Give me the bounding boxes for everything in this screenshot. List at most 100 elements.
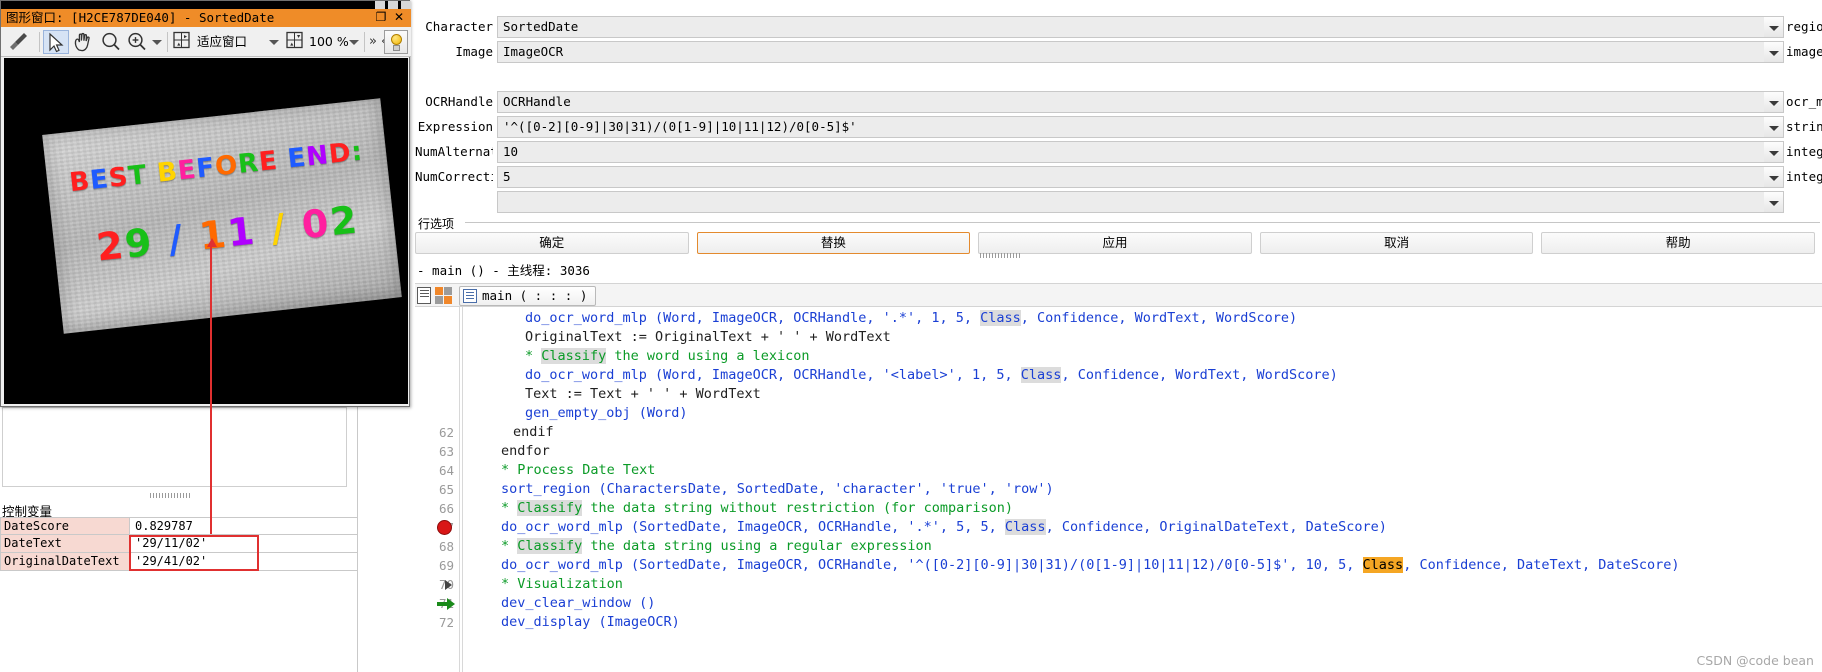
dialog-button-1[interactable]: 替换 <box>696 232 971 254</box>
param-input[interactable]: 5 <box>497 166 1784 188</box>
arrow-select-icon[interactable] <box>43 30 69 54</box>
fit-window-label[interactable]: 适应窗口 <box>197 30 247 54</box>
code-line[interactable]: gen_empty_obj (Word) <box>415 404 1822 423</box>
line-number: 72 <box>438 615 454 630</box>
variables-splitter-grip[interactable] <box>150 493 190 498</box>
code-line[interactable]: 69 do_ocr_word_mlp (SortedDate, ImageOCR,… <box>415 556 1822 575</box>
broom-icon[interactable] <box>7 30 33 54</box>
chevron-down-icon[interactable] <box>1764 41 1784 63</box>
procedure-list-icon[interactable] <box>417 287 431 304</box>
param-type-label: region <box>1786 19 1822 34</box>
code-line[interactable]: Text := Text + ' ' + WordText <box>415 385 1822 404</box>
chevron-down-icon[interactable] <box>1764 91 1784 113</box>
variable-row[interactable]: DateScore 0.829787 <box>0 517 358 535</box>
chevron-down-icon[interactable] <box>1764 116 1784 138</box>
param-type-label: string <box>1786 119 1822 134</box>
toolbar-overflow-more-icon[interactable]: » <box>369 30 377 54</box>
line-number: 68 <box>438 539 454 554</box>
code-text: * Visualization <box>501 576 623 592</box>
param-label: Image <box>455 44 493 59</box>
magnifier-icon[interactable] <box>99 30 125 54</box>
chevron-down-icon[interactable] <box>1764 16 1784 38</box>
code-line[interactable]: 68 * Classify the data string using a reg… <box>415 537 1822 556</box>
variable-row[interactable]: OriginalDateText '29/41/02' <box>0 553 358 571</box>
param-row-image: Image ImageOCR image <box>415 41 1822 63</box>
variable-value[interactable]: '29/41/02' <box>130 553 358 571</box>
param-input[interactable]: OCRHandle <box>497 91 1784 113</box>
variable-name[interactable]: OriginalDateText <box>0 553 130 571</box>
lightbulb-icon[interactable] <box>384 30 408 54</box>
iconic-variables-box[interactable] <box>2 407 347 487</box>
magnifier-plus-icon[interactable] <box>125 30 151 54</box>
dialog-button-0[interactable]: 确定 <box>415 232 689 254</box>
param-input[interactable]: ImageOCR <box>497 41 1784 63</box>
code-line[interactable]: do_ocr_word_mlp (Word, ImageOCR, OCRHand… <box>415 309 1822 328</box>
zoom-dropdown-arrow-icon[interactable] <box>152 40 162 45</box>
param-input[interactable]: SortedDate <box>497 16 1784 38</box>
line-number: 70 <box>438 577 454 592</box>
code-text: * Classify the data string without restr… <box>501 500 1014 516</box>
chevron-down-icon[interactable] <box>1764 141 1784 163</box>
tab-main-procedure[interactable]: main ( : : : ) <box>459 286 597 306</box>
graphics-window[interactable]: 图形窗口: [H2CE787DE040] - SortedDate ❐ ✕ 适应… <box>0 0 411 407</box>
param-input[interactable]: 10 <box>497 141 1784 163</box>
code-line[interactable]: 65 sort_region (CharactersDate, SortedDat… <box>415 480 1822 499</box>
variable-value[interactable]: '29/11/02' <box>130 535 358 553</box>
code-line[interactable]: 66 * Classify the data string without res… <box>415 499 1822 518</box>
param-row-ocrhandle: OCRHandleOCRHandleocr_mlp <box>415 91 1822 113</box>
code-line[interactable]: 62 endif <box>415 423 1822 442</box>
code-text: do_ocr_word_mlp (Word, ImageOCR, OCRHand… <box>525 367 1338 383</box>
code-text: * Process Date Text <box>501 462 656 478</box>
operator-parameter-form: Character SortedDateregion Image ImageOCRim… <box>415 14 1822 229</box>
code-line[interactable]: 72 dev_display (ImageOCR) <box>415 613 1822 632</box>
breakpoint-icon[interactable] <box>437 520 452 535</box>
grid-icon[interactable] <box>435 287 452 304</box>
label-text-line-2: 29 / 11 / 02 <box>94 197 361 270</box>
step-marker-icon <box>445 580 452 590</box>
code-line[interactable]: do_ocr_word_mlp (Word, ImageOCR, OCRHand… <box>415 366 1822 385</box>
annotation-line <box>210 244 212 534</box>
code-line[interactable]: 63 endfor <box>415 442 1822 461</box>
code-text: * Classify the word using a lexicon <box>525 348 810 364</box>
dialog-button-3[interactable]: 取消 <box>1259 232 1534 254</box>
param-label: NumAlternatives <box>415 144 493 159</box>
code-line[interactable]: 70 * Visualization <box>415 575 1822 594</box>
variable-name[interactable]: DateScore <box>0 517 130 535</box>
zoom-level-icon[interactable] <box>285 30 307 54</box>
dialog-button-bar: 确定 替换 应用 取消 帮助 <box>415 232 1822 254</box>
fit-window-icon[interactable] <box>172 30 194 54</box>
code-editor[interactable]: do_ocr_word_mlp (Word, ImageOCR, OCRHand… <box>415 307 1822 672</box>
hand-pan-icon[interactable] <box>71 30 97 54</box>
chevron-down-icon[interactable] <box>1764 166 1784 188</box>
fit-window-dropdown-arrow-icon[interactable] <box>269 40 279 45</box>
zoom-level-label[interactable]: 100 % <box>309 30 349 54</box>
dialog-button-4[interactable]: 帮助 <box>1541 232 1815 254</box>
control-variables-table[interactable]: DateScore 0.829787 DateText '29/11/02' Origi… <box>0 517 358 571</box>
panel-splitter[interactable] <box>415 253 1822 258</box>
restore-icon[interactable]: ❐ <box>373 10 389 26</box>
ocr-label-image: BEST BEFORE END: 29 / 11 / 02 <box>42 98 402 334</box>
variable-row[interactable]: DateText '29/11/02' <box>0 535 358 553</box>
param-type-label: image <box>1786 44 1822 59</box>
group-divider <box>465 222 1820 223</box>
zoom-level-dropdown-arrow-icon[interactable] <box>349 40 359 45</box>
param-label: NumCorrections <box>415 169 493 184</box>
code-line[interactable]: 64 * Process Date Text <box>415 461 1822 480</box>
splitter-grip[interactable] <box>980 253 1020 258</box>
close-icon[interactable]: ✕ <box>391 10 407 26</box>
code-line[interactable]: OriginalText := OriginalText + ' ' + Wor… <box>415 328 1822 347</box>
code-line[interactable]: * Classify the word using a lexicon <box>415 347 1822 366</box>
variable-value[interactable]: 0.829787 <box>130 517 358 535</box>
graphics-canvas[interactable]: BEST BEFORE END: 29 / 11 / 02 <box>4 58 408 404</box>
label-text-line-1: BEST BEFORE END: <box>67 136 365 199</box>
code-line[interactable]: 67do_ocr_word_mlp (SortedDate, ImageOCR,… <box>415 518 1822 537</box>
dialog-button-2[interactable]: 应用 <box>978 232 1252 254</box>
param-type-label: ocr_mlp <box>1786 94 1822 109</box>
param-label: OCRHandle <box>425 94 493 109</box>
variable-name[interactable]: DateText <box>0 535 130 553</box>
code-text: OriginalText := OriginalText + ' ' + Wor… <box>525 329 891 345</box>
param-input[interactable]: '^([0-2][0-9]|30|31)/(0[1-9]|10|11|12)/0… <box>497 116 1784 138</box>
app-root: Character SortedDateregion Image ImageOCRim… <box>0 0 1822 672</box>
param-label: Expression <box>417 119 493 134</box>
code-line[interactable]: 71 dev_clear_window () <box>415 594 1822 613</box>
